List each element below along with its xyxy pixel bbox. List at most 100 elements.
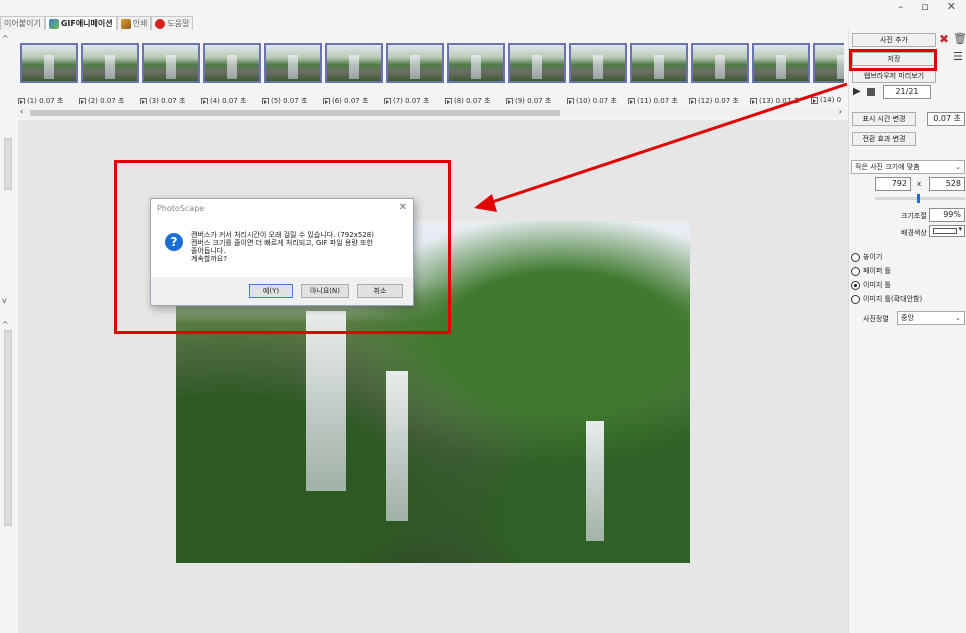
collapse-up-icon-2[interactable]: ^: [2, 320, 9, 329]
frame-thumbnail[interactable]: [20, 43, 78, 83]
display-time-value[interactable]: 0.07 초: [927, 112, 965, 126]
tab-help-label: 도움말: [167, 19, 190, 28]
frame-label[interactable]: (7) 0.07 초: [384, 96, 429, 104]
frame-play-icon[interactable]: [689, 97, 696, 104]
frame-thumbnail[interactable]: [508, 43, 566, 83]
transition-button[interactable]: 전환 효과 변경: [852, 132, 916, 146]
restore-button[interactable]: ▫: [921, 0, 928, 14]
tab-gif-label: GIF애니메이션: [60, 19, 113, 28]
radio-option[interactable]: 페이퍼 틀: [851, 266, 891, 276]
waterfall-stream-2: [386, 371, 408, 521]
frame-thumbnail[interactable]: [752, 43, 810, 83]
scroll-right-icon[interactable]: ›: [839, 107, 842, 116]
frame-label[interactable]: (14) 0: [811, 96, 841, 104]
chevron-down-icon-3: ⌄: [955, 314, 961, 322]
scrollbar-thumb[interactable]: [30, 110, 560, 116]
stop-icon[interactable]: [867, 88, 875, 96]
frame-label[interactable]: (4) 0.07 초: [201, 96, 246, 104]
radio-dot[interactable]: [851, 294, 860, 304]
radio-dot[interactable]: [851, 266, 860, 276]
frame-thumbnail[interactable]: [569, 43, 627, 83]
frame-play-icon[interactable]: [445, 97, 452, 104]
frame-play-icon[interactable]: [506, 97, 513, 104]
close-window-button[interactable]: ✕: [947, 0, 956, 14]
frame-label[interactable]: (10) 0.07 초: [567, 96, 617, 104]
frame-play-icon[interactable]: [628, 97, 635, 104]
collapse-down-icon[interactable]: v: [2, 296, 7, 305]
radio-option[interactable]: 이미지 틀(확대안함): [851, 294, 922, 304]
frame-label[interactable]: (13) 0.07 초: [750, 96, 800, 104]
trash-icon[interactable]: 🗑: [953, 32, 966, 45]
size-mode-select[interactable]: 작은 사진 크기에 맞춤 ⌄: [851, 160, 965, 174]
left-splitter-handle[interactable]: [4, 138, 12, 190]
frame-thumbnail[interactable]: [325, 43, 383, 83]
radio-label: 이미지 틀(확대안함): [863, 295, 923, 303]
add-photo-button[interactable]: 사진 추가: [852, 33, 936, 47]
frame-play-icon[interactable]: [384, 97, 391, 104]
frame-label[interactable]: (12) 0.07 초: [689, 96, 739, 104]
frame-thumbnail[interactable]: [203, 43, 261, 83]
frame-label[interactable]: (11) 0.07 초: [628, 96, 678, 104]
frame-play-icon[interactable]: [811, 96, 818, 104]
frame-duration: (8) 0.07 초: [454, 97, 491, 104]
frame-play-icon[interactable]: [262, 97, 269, 104]
tab-help[interactable]: 도움말: [151, 16, 194, 30]
window-controls: – ▫ ✕: [898, 0, 966, 14]
play-icon[interactable]: ▶: [853, 86, 861, 97]
bgcolor-picker[interactable]: ▾: [929, 225, 965, 237]
bgcolor-label: 배경색상: [901, 229, 927, 237]
frame-label[interactable]: (5) 0.07 초: [262, 96, 307, 104]
tab-gif-animation[interactable]: GIF애니메이션: [44, 16, 117, 30]
frame-thumbnail[interactable]: [630, 43, 688, 83]
align-select[interactable]: 중앙 ⌄: [897, 311, 965, 325]
minimize-button[interactable]: –: [898, 0, 904, 14]
scroll-left-icon[interactable]: ‹: [20, 107, 23, 116]
chevron-down-icon: ⌄: [955, 163, 961, 171]
size-percent-input[interactable]: 99%: [929, 208, 965, 222]
frame-play-icon[interactable]: [18, 97, 25, 104]
frame-duration: (7) 0.07 초: [393, 97, 430, 104]
frame-label[interactable]: (8) 0.07 초: [445, 96, 490, 104]
collapse-up-icon[interactable]: ^: [2, 34, 9, 43]
frame-label[interactable]: (6) 0.07 초: [323, 96, 368, 104]
frame-play-icon[interactable]: [201, 97, 208, 104]
frame-label[interactable]: (3) 0.07 초: [140, 96, 185, 104]
frame-thumbnail[interactable]: [447, 43, 505, 83]
frame-thumbnail[interactable]: [142, 43, 200, 83]
frame-play-icon[interactable]: [323, 97, 330, 104]
tab-combine[interactable]: 이어붙이기: [0, 16, 45, 30]
size-mode-value: 작은 사진 크기에 맞춤: [855, 163, 920, 171]
frame-thumbnail[interactable]: [81, 43, 139, 83]
size-slider[interactable]: [875, 194, 965, 203]
tab-print[interactable]: 인쇄: [116, 16, 152, 30]
browser-preview-button[interactable]: 웹브라우저 미리보기: [852, 69, 936, 83]
tab-print-label: 인쇄: [132, 19, 148, 28]
frame-thumbnail[interactable]: [386, 43, 444, 83]
radio-dot-checked[interactable]: [851, 280, 860, 290]
frame-thumbnail[interactable]: [264, 43, 322, 83]
frame-label[interactable]: (2) 0.07 초: [79, 96, 124, 104]
left-scroll-handle[interactable]: [4, 330, 12, 526]
frame-play-icon[interactable]: [140, 97, 147, 104]
frame-label[interactable]: (9) 0.07 초: [506, 96, 551, 104]
frame-duration: (10) 0.07 초: [576, 97, 617, 104]
delete-icon[interactable]: ✖: [939, 32, 949, 46]
radio-dot[interactable]: [851, 252, 860, 262]
filmstrip-scrollbar[interactable]: ‹ ›: [18, 107, 844, 118]
frame-duration: (5) 0.07 초: [271, 97, 308, 104]
radio-option[interactable]: 놓이기: [851, 252, 882, 262]
frame-thumbnail[interactable]: [813, 43, 844, 83]
frame-duration: (14) 0: [820, 96, 842, 104]
list-icon[interactable]: ☰: [953, 50, 963, 63]
size-label: 크기조절: [901, 212, 927, 220]
frame-thumbnail[interactable]: [691, 43, 749, 83]
canvas-width-input[interactable]: 792: [875, 177, 911, 191]
frame-play-icon[interactable]: [750, 97, 757, 104]
size-slider-knob[interactable]: [917, 194, 920, 203]
frame-label[interactable]: (1) 0.07 초: [18, 96, 63, 104]
display-time-button[interactable]: 표시 시간 변경: [852, 112, 916, 126]
frame-play-icon[interactable]: [567, 97, 574, 104]
canvas-height-input[interactable]: 528: [929, 177, 965, 191]
frame-play-icon[interactable]: [79, 97, 86, 104]
radio-option[interactable]: 이미지 틀: [851, 280, 891, 290]
